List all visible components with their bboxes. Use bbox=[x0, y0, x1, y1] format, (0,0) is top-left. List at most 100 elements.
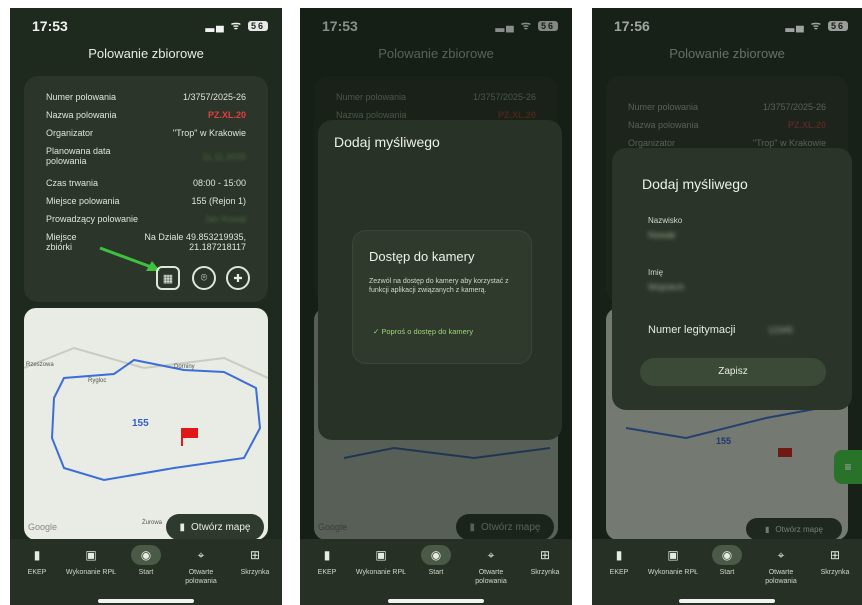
surname-label: Nazwisko bbox=[648, 216, 683, 225]
detail-label: Numer polowania bbox=[46, 92, 117, 102]
save-button[interactable]: Zapisz bbox=[640, 358, 826, 386]
nav-item-start[interactable]: ◉ Start bbox=[409, 545, 463, 577]
camera-permission-dialog: Dostęp do kamery Zezwól na dostęp do kam… bbox=[352, 230, 532, 364]
detail-row-meeting: Miejsce zbiórki bbox=[46, 232, 96, 252]
detail-row-duration: Czas trwania 08:00 - 15:00 bbox=[46, 178, 246, 188]
start-icon: ◉ bbox=[712, 545, 742, 565]
open-map-button[interactable]: ▮ Otwórz mapę bbox=[166, 514, 264, 540]
inbox-icon: ⊞ bbox=[829, 548, 841, 562]
detail-label: Czas trwania bbox=[46, 178, 99, 188]
detail-row-name: Nazwa polowania PZ.XL.20 bbox=[46, 110, 246, 120]
start-icon: ◉ bbox=[421, 545, 451, 565]
home-indicator bbox=[679, 599, 775, 603]
detail-row-leader: Prowadzący polowanie Jan Kowal bbox=[46, 214, 246, 224]
place-label: Dorniny bbox=[174, 364, 195, 370]
nav-item-start[interactable]: ◉ Start bbox=[119, 545, 173, 577]
area-label: 155 bbox=[132, 418, 149, 429]
name-label: Imię bbox=[648, 268, 664, 277]
home-indicator bbox=[98, 599, 194, 603]
sheet-title: Dodaj myśliwego bbox=[642, 176, 748, 192]
nav-item-open-hunts[interactable]: ⌖ Otwarte polowania bbox=[464, 545, 518, 586]
nav-label: Otwarte polowania bbox=[765, 569, 797, 585]
bottom-nav: ▮ EKEP ▣ Wykonanie RPŁ ◉ Start ⌖ Otwarte pol… bbox=[300, 539, 572, 605]
battery-icon: 56 bbox=[247, 21, 268, 31]
crosshair-icon: ⌖ bbox=[197, 548, 205, 562]
nav-item-ekep[interactable]: ▮ EKEP bbox=[10, 545, 64, 577]
nav-item-inbox[interactable]: ⊞ Skrzynka bbox=[228, 545, 282, 577]
place-label: Żurowa bbox=[142, 520, 163, 526]
detail-row-date: Planowana data polowania bbox=[46, 146, 136, 166]
detail-label: Nazwa polowania bbox=[46, 110, 117, 120]
bottom-nav: ▮ EKEP ▣ Wykonanie RPŁ ◉ Start ⌖ Otwarte pol… bbox=[592, 539, 862, 605]
home-indicator bbox=[388, 599, 484, 603]
status-time: 17:53 bbox=[32, 18, 68, 34]
nav-label: EKEP bbox=[609, 569, 629, 576]
open-map-label: Otwórz mapę bbox=[191, 521, 251, 533]
nav-item-start[interactable]: ◉ Start bbox=[700, 545, 754, 577]
ekep-icon: ▮ bbox=[323, 548, 331, 562]
qr-scan-icon[interactable]: ▦ bbox=[156, 266, 180, 290]
inbox-icon: ⊞ bbox=[539, 548, 551, 562]
nav-label: Wykonanie RPŁ bbox=[355, 569, 407, 576]
phone-screen-hunt-details: 17:53 ▂▄ ᯤ 56 Polowanie zbiorowe Numer p… bbox=[10, 8, 282, 605]
detail-value: 11.11.2025 bbox=[202, 152, 246, 162]
place-label: Rzeszowa bbox=[26, 362, 54, 368]
nav-item-inbox[interactable]: ⊞ Skrzynka bbox=[808, 545, 862, 577]
crosshair-icon: ⌖ bbox=[777, 548, 785, 562]
nav-item-ekep[interactable]: ▮ EKEP bbox=[592, 545, 646, 577]
start-icon: ◉ bbox=[131, 545, 161, 565]
add-hunter-sheet: Dodaj myśliwego Nazwisko Nowak Imię Wojc… bbox=[612, 148, 852, 410]
phone-screen-camera-permission: 17:53 ▂▄ ᯤ 56 Polowanie zbiorowe Numer p… bbox=[300, 8, 572, 605]
nav-item-open-hunts[interactable]: ⌖ Otwarte polowania bbox=[174, 545, 228, 586]
add-hunter-sheet: Dodaj myśliwego Dostęp do kamery Zezwól … bbox=[318, 120, 562, 440]
nav-label: Otwarte polowania bbox=[475, 569, 507, 585]
detail-value: "Trop" w Krakowie bbox=[172, 128, 246, 138]
nav-label: Skrzynka bbox=[530, 569, 560, 576]
location-pin-icon[interactable]: ⌾ bbox=[192, 266, 216, 290]
license-field[interactable]: 12345 bbox=[768, 325, 793, 335]
nav-item-inbox[interactable]: ⊞ Skrzynka bbox=[518, 545, 572, 577]
calendar-icon: ▣ bbox=[85, 548, 97, 562]
calendar-icon: ▣ bbox=[667, 548, 679, 562]
ekep-icon: ▮ bbox=[615, 548, 623, 562]
nav-item-ekep[interactable]: ▮ EKEP bbox=[300, 545, 354, 577]
nav-item-rpl[interactable]: ▣ Wykonanie RPŁ bbox=[354, 545, 408, 577]
detail-value: 155 (Rejon 1) bbox=[191, 196, 246, 206]
nav-label: EKEP bbox=[317, 569, 337, 576]
ekep-icon: ▮ bbox=[33, 548, 41, 562]
detail-row-number: Numer polowania 1/3757/2025-26 bbox=[46, 92, 246, 102]
map-icon: ▮ bbox=[179, 521, 186, 533]
status-bar: 17:53 ▂▄ ᯤ 56 bbox=[32, 16, 268, 36]
phone-screen-add-hunter: 17:56 ▂▄ ᯤ 56 Polowanie zbiorowe Numer p… bbox=[592, 8, 862, 605]
nav-label: Skrzynka bbox=[820, 569, 850, 576]
name-field[interactable]: Wojciech bbox=[648, 282, 684, 292]
detail-row-place: Miejsce polowania 155 (Rejon 1) bbox=[46, 196, 246, 206]
nav-label: EKEP bbox=[27, 569, 47, 576]
detail-label: Organizator bbox=[46, 128, 94, 138]
google-logo: Google bbox=[28, 522, 58, 532]
nav-label: Start bbox=[719, 569, 735, 576]
add-person-icon[interactable]: ✚ bbox=[226, 266, 250, 290]
surname-field[interactable]: Nowak bbox=[648, 230, 676, 240]
hunt-map[interactable]: 155 Rzeszowa Rygloc Dorniny Żurowa Googl… bbox=[24, 308, 268, 540]
detail-value: 08:00 - 15:00 bbox=[192, 178, 246, 188]
nav-item-rpl[interactable]: ▣ Wykonanie RPŁ bbox=[646, 545, 700, 577]
detail-value: Jan Kowal bbox=[204, 214, 246, 224]
nav-label: Skrzynka bbox=[240, 569, 270, 576]
dialog-title: Dostęp do kamery bbox=[369, 249, 475, 264]
license-label: Numer legitymacji bbox=[648, 324, 736, 336]
place-label: Rygloc bbox=[88, 378, 107, 384]
nav-item-rpl[interactable]: ▣ Wykonanie RPŁ bbox=[64, 545, 118, 577]
bottom-nav: ▮ EKEP ▣ Wykonanie RPŁ ◉ Start ⌖ Otwarte pol… bbox=[10, 539, 282, 605]
detail-value: 1/3757/2025-26 bbox=[182, 92, 246, 102]
nav-label: Start bbox=[138, 569, 154, 576]
status-icons: ▂▄ ᯤ 56 bbox=[206, 18, 268, 33]
calendar-icon: ▣ bbox=[375, 548, 387, 562]
request-camera-button[interactable]: ✓ Poproś o dostęp do kamery bbox=[373, 327, 473, 336]
nav-item-open-hunts[interactable]: ⌖ Otwarte polowania bbox=[754, 545, 808, 586]
detail-label: Miejsce polowania bbox=[46, 196, 120, 206]
detail-label: Miejsce zbiórki bbox=[46, 232, 77, 252]
detail-value: PZ.XL.20 bbox=[207, 110, 246, 120]
dialog-body: Zezwól na dostęp do kamery aby korzystać… bbox=[369, 278, 509, 294]
page-title: Polowanie zbiorowe bbox=[88, 46, 204, 61]
